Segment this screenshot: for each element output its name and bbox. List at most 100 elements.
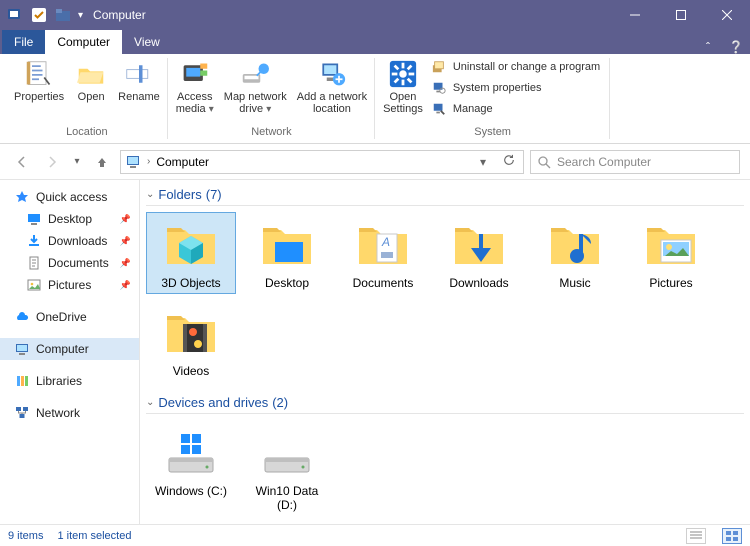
qat-folder-icon[interactable] [54,6,72,24]
computer-icon [14,341,30,357]
address-bar[interactable]: › Computer ▾ [120,150,524,174]
folders-grid: 3D Objects Desktop A Documents [146,212,744,382]
recent-dropdown[interactable]: ▾ [70,150,84,174]
desktop-folder-icon [259,216,315,272]
properties-button[interactable]: Properties [10,56,68,125]
rename-icon [123,58,155,90]
properties-label: Properties [14,91,64,103]
uninstall-button[interactable]: Uninstall or change a program [429,57,606,77]
tab-computer[interactable]: Computer [45,30,122,54]
nav-tree: Quick access Desktop 📌 Downloads 📌 Docum… [0,180,140,524]
access-media-button[interactable]: Access media ▾ [172,56,218,125]
forward-button[interactable] [40,150,64,174]
group-label: Folders [158,187,201,202]
ribbon-group-system-label: System [379,125,606,143]
sys-props-icon [431,80,447,96]
status-bar: 9 items 1 item selected [0,524,750,546]
svg-text:A: A [381,235,390,249]
titlebar: ▾ Computer [0,0,750,30]
manage-label: Manage [453,103,493,115]
open-settings-button[interactable]: Open Settings [379,56,427,125]
item-label: Videos [173,364,209,378]
music-folder-icon [547,216,603,272]
desktop-icon [26,211,42,227]
breadcrumb-chevron-icon[interactable]: › [147,156,150,167]
tree-label: Pictures [48,278,91,292]
tree-label: Documents [48,256,109,270]
access-media-label: Access media ▾ [176,91,214,116]
address-dropdown-icon[interactable]: ▾ [473,155,493,169]
ribbon-group-network-label: Network [172,125,371,143]
search-input[interactable] [557,155,733,169]
tree-network[interactable]: Network [0,402,139,424]
settings-icon [387,58,419,90]
refresh-button[interactable] [499,154,519,169]
body: Quick access Desktop 📌 Downloads 📌 Docum… [0,180,750,524]
3d-objects-icon [163,216,219,272]
search-box[interactable] [530,150,740,174]
item-pictures[interactable]: Pictures [626,212,716,294]
tree-label: Computer [36,342,89,356]
item-label: Pictures [649,276,692,290]
tree-onedrive[interactable]: OneDrive [0,306,139,328]
group-devices-header[interactable]: ⌄ Devices and drives (2) [146,392,744,414]
item-drive-c[interactable]: Windows (C:) [146,420,236,516]
manage-button[interactable]: Manage [429,99,606,119]
drives-grid: Windows (C:) Win10 Data (D:) [146,420,744,516]
tree-documents[interactable]: Documents 📌 [0,252,139,274]
close-button[interactable] [704,0,750,30]
documents-icon [26,255,42,271]
tree-label: OneDrive [36,310,87,324]
uninstall-label: Uninstall or change a program [453,61,600,73]
item-3d-objects[interactable]: 3D Objects [146,212,236,294]
search-icon [537,155,551,169]
tab-file[interactable]: File [2,30,45,54]
add-location-label: Add a network location [297,91,367,115]
computer-icon [125,154,141,170]
tree-libraries[interactable]: Libraries [0,370,139,392]
group-folders-header[interactable]: ⌄ Folders (7) [146,184,744,206]
open-folder-icon [75,58,107,90]
view-details-button[interactable] [686,528,706,544]
ribbon-group-network: Access media ▾ Map network drive ▾ Add a… [168,54,375,143]
up-button[interactable] [90,150,114,174]
open-button[interactable]: Open [70,56,112,125]
minimize-button[interactable] [612,0,658,30]
tree-label: Quick access [36,190,107,204]
item-downloads[interactable]: Downloads [434,212,524,294]
item-label: Win10 Data (D:) [244,484,330,512]
explorer-window: ▾ Computer File Computer View ˆ ❔ Proper… [0,0,750,546]
tab-view[interactable]: View [122,30,172,54]
sys-props-button[interactable]: System properties [429,78,606,98]
map-drive-button[interactable]: Map network drive ▾ [220,56,291,125]
tree-desktop[interactable]: Desktop 📌 [0,208,139,230]
back-button[interactable] [10,150,34,174]
app-icon [6,6,24,24]
tree-downloads[interactable]: Downloads 📌 [0,230,139,252]
breadcrumb[interactable]: Computer [156,155,209,169]
status-item-count: 9 items [8,530,43,542]
content-pane: ⌄ Folders (7) 3D Objects Desktop [140,180,750,524]
quick-access-toolbar: ▾ [0,6,83,24]
qat-dropdown-icon[interactable]: ▾ [78,10,83,21]
rename-button[interactable]: Rename [114,56,164,125]
tree-label: Downloads [48,234,107,248]
view-large-icons-button[interactable] [722,528,742,544]
ribbon-collapse-icon[interactable]: ˆ [694,40,722,54]
uninstall-icon [431,59,447,75]
group-count: (7) [206,187,222,202]
tree-quick-access[interactable]: Quick access [0,186,139,208]
tree-pictures[interactable]: Pictures 📌 [0,274,139,296]
pin-icon: 📌 [120,258,131,269]
item-music[interactable]: Music [530,212,620,294]
item-drive-d[interactable]: Win10 Data (D:) [242,420,332,516]
pictures-icon [26,277,42,293]
add-location-button[interactable]: Add a network location [293,56,371,125]
qat-checkbox-icon[interactable] [30,6,48,24]
maximize-button[interactable] [658,0,704,30]
item-documents[interactable]: A Documents [338,212,428,294]
tree-computer[interactable]: Computer [0,338,139,360]
item-videos[interactable]: Videos [146,300,236,382]
item-desktop[interactable]: Desktop [242,212,332,294]
help-icon[interactable]: ❔ [722,40,750,54]
